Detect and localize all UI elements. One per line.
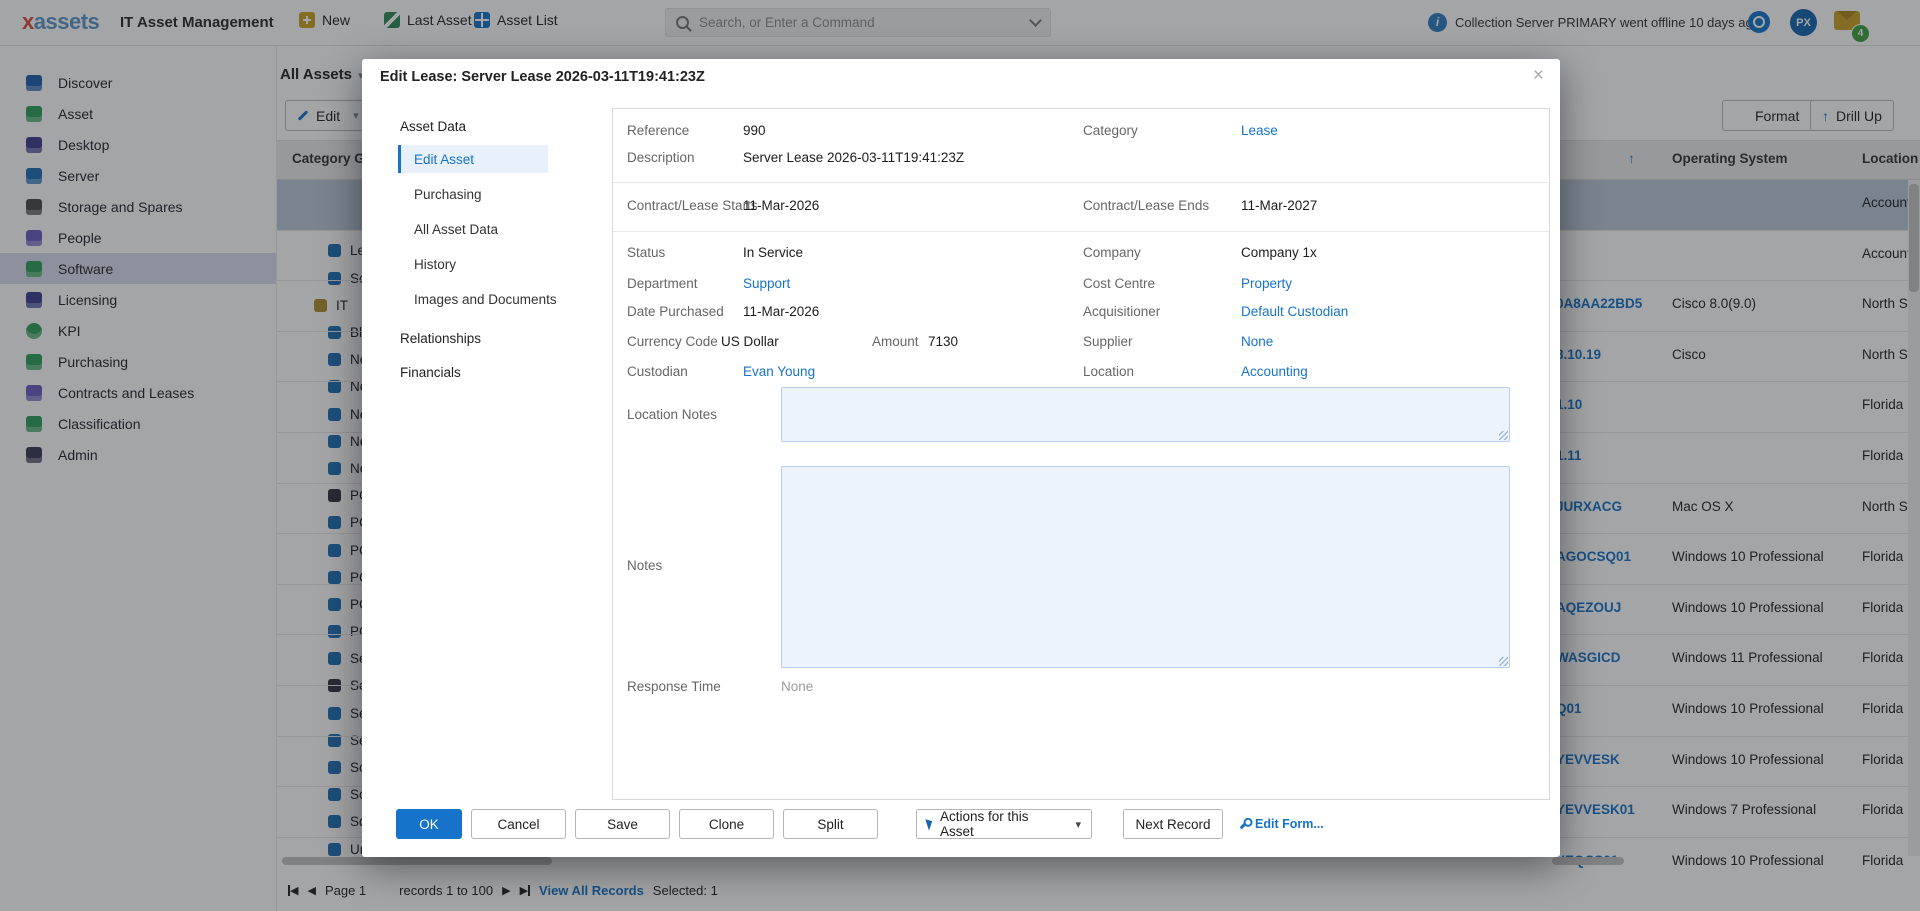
nav-section-relationships[interactable]: Relationships (400, 331, 481, 346)
wrench-icon (1240, 819, 1250, 829)
chevron-down-icon: ▾ (1075, 818, 1081, 831)
description-value[interactable]: Server Lease 2026-03-11T19:41:23Z (743, 150, 964, 165)
cursor-icon (925, 817, 934, 830)
contract-ends-value[interactable]: 11-Mar-2027 (1241, 198, 1317, 213)
edit-asset-form: Reference 990 Category Lease Description… (612, 108, 1550, 800)
cost-centre-label: Cost Centre (1083, 276, 1155, 291)
nav-item-all-asset-data[interactable]: All Asset Data (414, 222, 498, 237)
acquisitioner-label: Acquisitioner (1083, 304, 1160, 319)
notes-textarea[interactable] (781, 466, 1510, 668)
nav-item-purchasing[interactable]: Purchasing (414, 187, 482, 202)
close-icon[interactable]: × (1533, 65, 1544, 87)
actions-for-asset-button[interactable]: Actions for this Asset ▾ (916, 809, 1092, 839)
response-time-value[interactable]: None (781, 679, 813, 694)
currency-code-value[interactable]: US Dollar (721, 334, 779, 349)
amount-label: Amount (872, 334, 919, 349)
nav-item-edit-asset[interactable]: Edit Asset (414, 152, 474, 167)
location-notes-textarea[interactable] (781, 387, 1510, 442)
date-purchased-label: Date Purchased (627, 304, 724, 319)
row-reference-category: Reference 990 Category Lease (613, 123, 1549, 143)
status-label: Status (627, 245, 665, 260)
location-label: Location (1083, 364, 1134, 379)
custodian-link[interactable]: Evan Young (743, 364, 815, 379)
reference-label: Reference (627, 123, 689, 138)
response-time-label: Response Time (627, 679, 721, 694)
category-link[interactable]: Lease (1241, 123, 1278, 138)
edit-lease-dialog: Edit Lease: Server Lease 2026-03-11T19:4… (362, 59, 1560, 857)
form-separator (613, 231, 1549, 232)
dialog-button[interactable]: OK (396, 809, 462, 839)
custodian-label: Custodian (627, 364, 688, 379)
description-label: Description (627, 150, 695, 165)
supplier-label: Supplier (1083, 334, 1133, 349)
dialog-buttons: OK Cancel Save Clone Split Actions for this … (396, 809, 1324, 839)
currency-code-label: Currency Code (627, 334, 718, 349)
notes-label: Notes (627, 558, 662, 573)
app-root: xassets IT Asset Management New Last Ass… (0, 0, 1920, 911)
nav-section-asset-data[interactable]: Asset Data (400, 119, 466, 134)
next-record-button[interactable]: Next Record (1123, 809, 1223, 839)
nav-item-history[interactable]: History (414, 257, 456, 272)
edit-form-link[interactable]: Edit Form... (1239, 817, 1324, 831)
resize-grip-icon[interactable] (1499, 657, 1508, 666)
amount-value[interactable]: 7130 (928, 334, 958, 349)
dialog-title: Edit Lease: Server Lease 2026-03-11T19:4… (380, 69, 705, 85)
contract-ends-label: Contract/Lease Ends (1083, 198, 1209, 213)
department-label: Department (627, 276, 698, 291)
row-status-company: Status In Service Company Company 1x (613, 245, 1549, 265)
reference-value[interactable]: 990 (743, 123, 766, 138)
contract-starts-label: Contract/Lease Starts (627, 198, 758, 213)
row-contract-dates: Contract/Lease Starts 11-Mar-2026 Contra… (613, 198, 1549, 218)
location-link[interactable]: Accounting (1241, 364, 1308, 379)
nav-item-images-documents[interactable]: Images and Documents (414, 292, 557, 307)
resize-grip-icon[interactable] (1499, 431, 1508, 440)
row-purchased-acquisitioner: Date Purchased 11-Mar-2026 Acquisitioner… (613, 304, 1549, 324)
row-department-costcentre: Department Support Cost Centre Property (613, 276, 1549, 296)
row-currency-supplier: Currency Code US Dollar Amount 7130 Supp… (613, 334, 1549, 354)
department-link[interactable]: Support (743, 276, 790, 291)
company-value[interactable]: Company 1x (1241, 245, 1317, 260)
row-description: Description Server Lease 2026-03-11T19:4… (613, 150, 1549, 170)
form-separator (613, 182, 1549, 183)
cost-centre-link[interactable]: Property (1241, 276, 1292, 291)
location-notes-label: Location Notes (627, 407, 717, 422)
nav-section-financials[interactable]: Financials (400, 365, 461, 380)
row-custodian-location: Custodian Evan Young Location Accounting (613, 364, 1549, 384)
status-value[interactable]: In Service (743, 245, 803, 260)
supplier-link[interactable]: None (1241, 334, 1273, 349)
acquisitioner-link[interactable]: Default Custodian (1241, 304, 1348, 319)
category-label: Category (1083, 123, 1138, 138)
date-purchased-value[interactable]: 11-Mar-2026 (743, 304, 819, 319)
dialog-button[interactable]: Save (575, 809, 670, 839)
dialog-button[interactable]: Split (783, 809, 878, 839)
company-label: Company (1083, 245, 1141, 260)
dialog-button[interactable]: Cancel (471, 809, 566, 839)
contract-starts-value[interactable]: 11-Mar-2026 (743, 198, 819, 213)
dialog-button[interactable]: Clone (679, 809, 774, 839)
row-response-time: Response Time None (613, 679, 1549, 699)
